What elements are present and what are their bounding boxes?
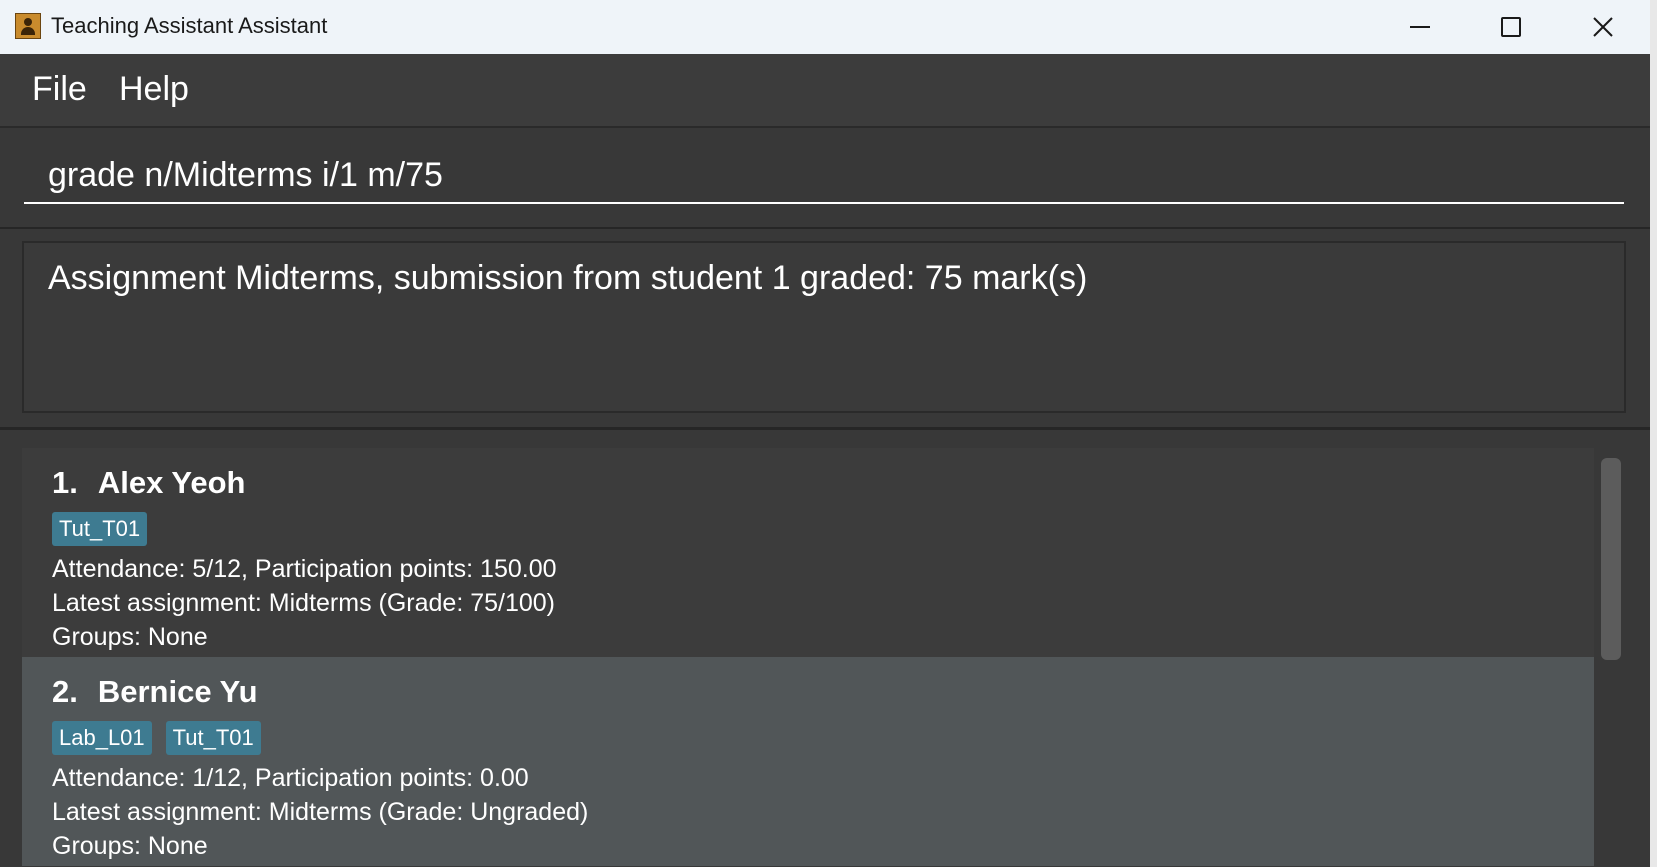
list-scrollbar[interactable] bbox=[1597, 430, 1625, 867]
latest-assignment-text: Latest assignment: Midterms (Grade: Ungr… bbox=[52, 798, 589, 826]
groups-text: Groups: None bbox=[52, 623, 208, 651]
app-window: Teaching Assistant Assistant File Help A… bbox=[0, 0, 1650, 867]
result-display[interactable]: Assignment Midterms, submission from stu… bbox=[22, 241, 1626, 413]
scrollbar-thumb[interactable] bbox=[1601, 458, 1621, 660]
result-message: Assignment Midterms, submission from stu… bbox=[48, 259, 1088, 297]
student-card[interactable]: 1. Alex Yeoh Tut_T01 Attendance: 5/12, Pa… bbox=[22, 448, 1594, 657]
student-name-row: 2. Bernice Yu bbox=[52, 671, 1594, 713]
student-name: Alex Yeoh bbox=[97, 465, 246, 500]
menu-bar: File Help bbox=[0, 54, 1650, 128]
latest-assignment-text: Latest assignment: Midterms (Grade: 75/1… bbox=[52, 589, 556, 617]
maximize-button[interactable] bbox=[1466, 0, 1556, 54]
maximize-icon bbox=[1501, 17, 1521, 37]
student-card-selected[interactable]: 2. Bernice Yu Lab_L01 Tut_T01 Attendance:… bbox=[22, 657, 1594, 866]
groups-text: Groups: None bbox=[52, 832, 208, 860]
tag-list: Tut_T01 bbox=[52, 512, 1594, 552]
result-panel: Assignment Midterms, submission from stu… bbox=[0, 229, 1650, 430]
tag-list: Lab_L01 Tut_T01 bbox=[52, 721, 1594, 761]
close-icon bbox=[1593, 17, 1613, 37]
background-desktop-edge bbox=[1650, 0, 1657, 867]
title-bar: Teaching Assistant Assistant bbox=[0, 0, 1650, 54]
menu-file[interactable]: File bbox=[32, 70, 87, 109]
tag-badge: Lab_L01 bbox=[52, 721, 152, 755]
attendance-text: Attendance: 5/12, Participation points: … bbox=[52, 555, 557, 583]
minimize-button[interactable] bbox=[1375, 0, 1465, 54]
student-name: Bernice Yu bbox=[97, 674, 258, 709]
attendance-text: Attendance: 1/12, Participation points: … bbox=[52, 764, 529, 792]
tag-badge: Tut_T01 bbox=[52, 512, 148, 546]
app-icon bbox=[15, 13, 41, 39]
student-name-row: 1. Alex Yeoh bbox=[52, 462, 1594, 504]
student-index: 1. bbox=[52, 465, 78, 500]
close-button[interactable] bbox=[1558, 0, 1648, 54]
tag-badge: Tut_T01 bbox=[165, 721, 261, 755]
window-title: Teaching Assistant Assistant bbox=[51, 13, 328, 38]
command-box-panel bbox=[0, 128, 1650, 229]
student-list: 1. Alex Yeoh Tut_T01 Attendance: 5/12, Pa… bbox=[0, 430, 1650, 867]
student-index: 2. bbox=[52, 674, 78, 709]
command-input[interactable] bbox=[24, 148, 1624, 204]
menu-help[interactable]: Help bbox=[119, 70, 189, 109]
minimize-icon bbox=[1410, 26, 1430, 28]
